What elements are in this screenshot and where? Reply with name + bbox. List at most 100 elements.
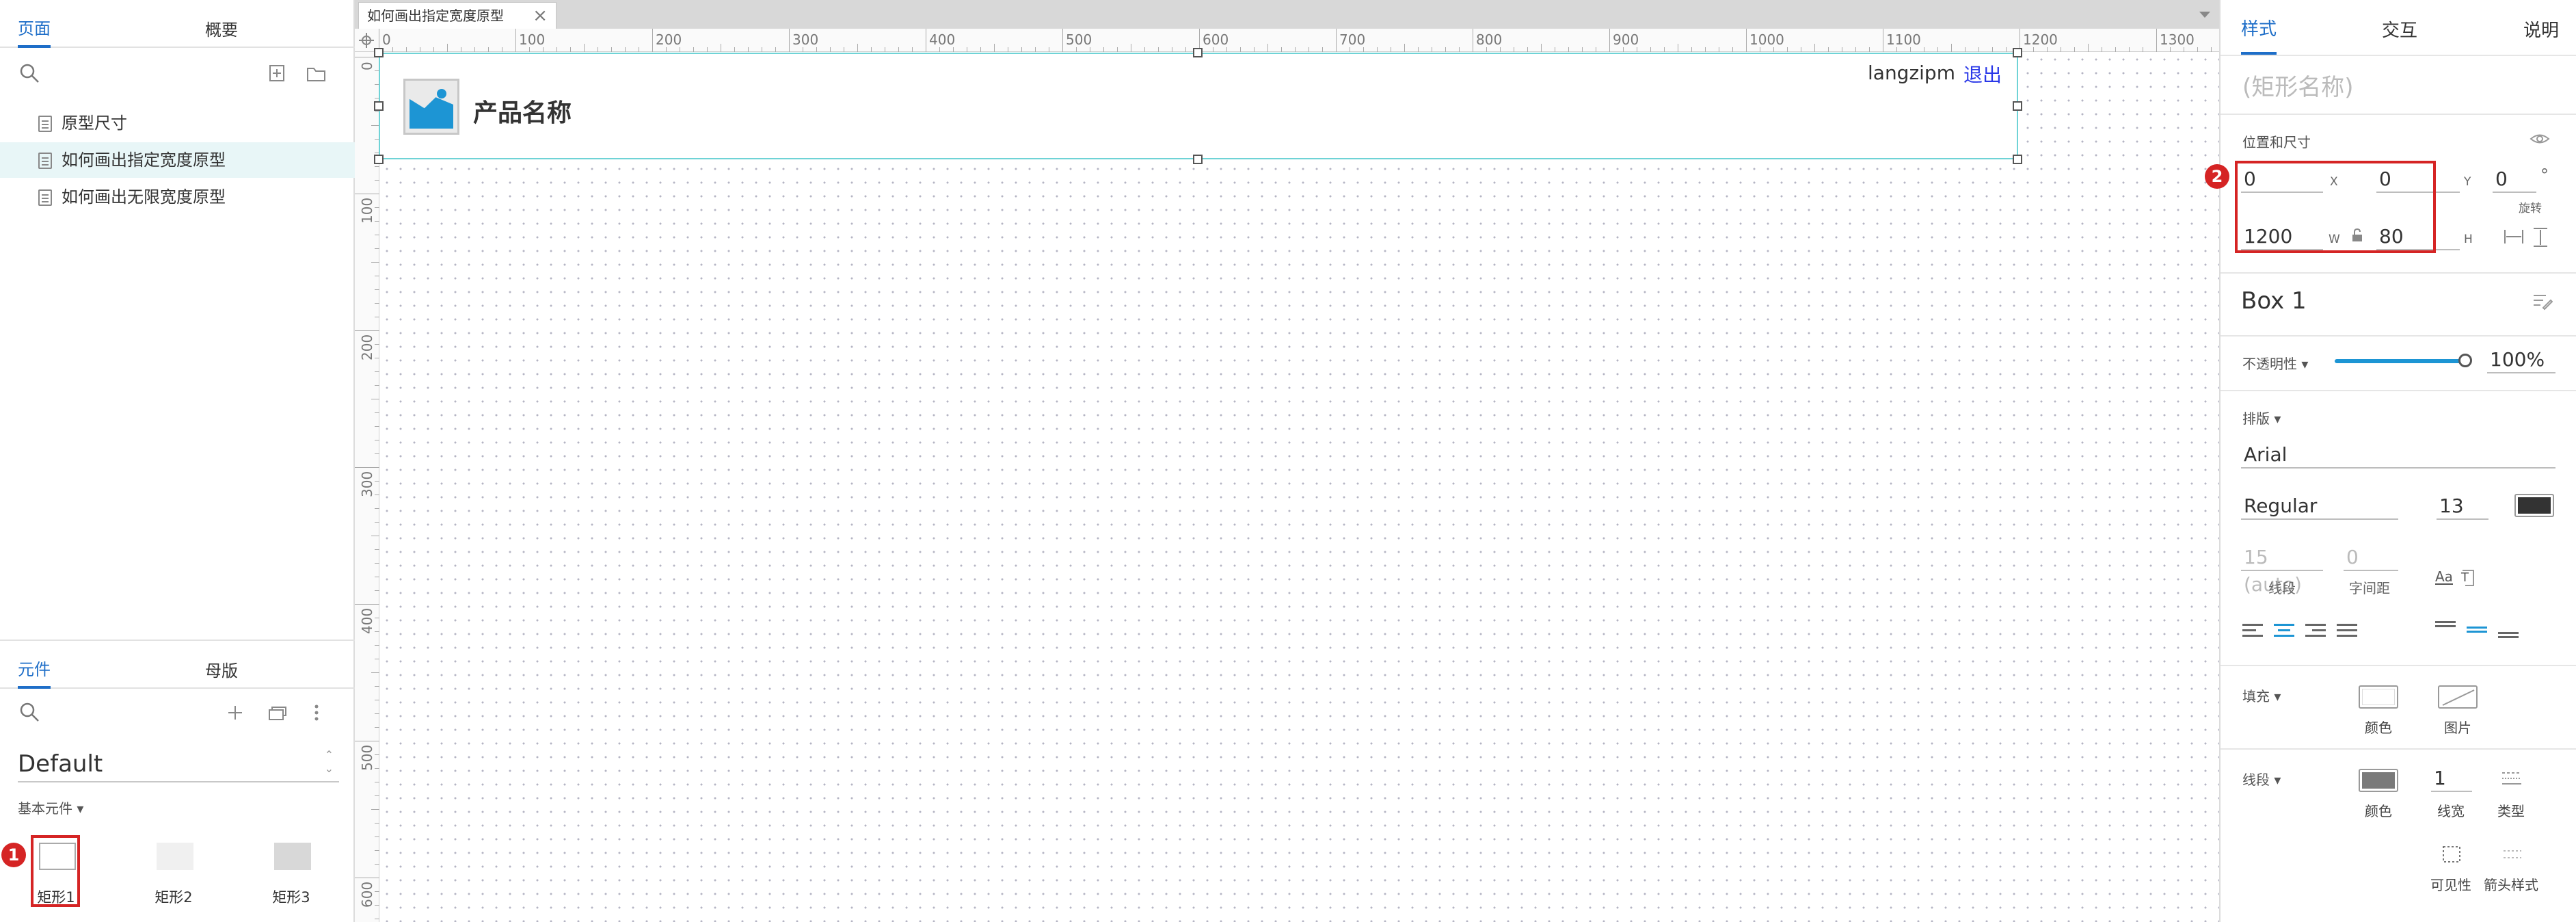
style-name[interactable]: Box 1 — [2241, 287, 2307, 315]
search-icon[interactable] — [19, 702, 41, 724]
widget-rectangle-3[interactable]: 矩形3 — [257, 836, 325, 906]
line-type-label: 类型 — [2497, 803, 2525, 819]
tab-interactions[interactable]: 交互 — [2382, 0, 2417, 55]
resize-handle[interactable] — [1193, 155, 1203, 164]
add-folder-icon[interactable] — [306, 66, 327, 82]
product-name[interactable]: 产品名称 — [473, 93, 572, 129]
ruler-tick — [1691, 47, 1692, 52]
plus-icon[interactable] — [227, 704, 243, 721]
ruler-tick — [1459, 47, 1460, 52]
line-type-icon[interactable] — [2501, 770, 2523, 787]
ruler-tick — [375, 385, 379, 386]
more-icon[interactable] — [313, 703, 320, 722]
library-select[interactable]: Default ⌃ ⌄ — [18, 746, 339, 782]
logo-placeholder-image[interactable] — [403, 79, 459, 135]
rotation-input[interactable]: 0 — [2493, 166, 2536, 193]
text-case-icon[interactable]: Aa T — [2435, 568, 2476, 588]
opacity-slider-handle[interactable] — [2458, 354, 2472, 367]
fit-width-icon[interactable] — [2504, 228, 2524, 245]
ruler-tick — [371, 672, 379, 673]
widget-rectangle-2[interactable]: 矩形2 — [139, 836, 208, 906]
ruler-tick — [1705, 47, 1706, 52]
ruler-tick — [666, 47, 667, 52]
ruler-tick — [375, 905, 379, 906]
canvas-grid[interactable] — [380, 53, 2219, 922]
arrow-style-icon[interactable] — [2502, 847, 2523, 862]
document-tab[interactable]: 如何画出指定宽度原型 × — [358, 2, 556, 29]
fill-color-swatch[interactable] — [2359, 685, 2398, 709]
tab-masters[interactable]: 母版 — [205, 641, 238, 689]
align-left-icon[interactable] — [2242, 624, 2263, 640]
page-item-selected[interactable]: 如何画出指定宽度原型 — [0, 142, 355, 178]
ruler-tick — [474, 47, 475, 52]
resize-handle[interactable] — [2013, 155, 2022, 164]
username-text[interactable]: langzipm — [1868, 62, 1955, 84]
ruler-tick — [1869, 47, 1870, 52]
align-justify-icon[interactable] — [2337, 624, 2357, 640]
font-size-input[interactable]: 13 — [2437, 492, 2488, 520]
fill-title[interactable]: 填充 ▾ — [2242, 685, 2281, 705]
ruler-tick — [1541, 44, 1542, 52]
opacity-label[interactable]: 不透明性 ▾ — [2242, 353, 2308, 373]
page-item[interactable]: 原型尺寸 — [0, 105, 355, 141]
tab-notes[interactable]: 说明 — [2523, 0, 2559, 55]
resize-handle[interactable] — [1193, 48, 1203, 57]
move-icon[interactable] — [359, 33, 374, 48]
page-item[interactable]: 如何画出无限宽度原型 — [0, 179, 355, 215]
opacity-slider[interactable] — [2335, 359, 2467, 363]
page-label: 如何画出指定宽度原型 — [62, 150, 226, 170]
ruler-tick — [1267, 44, 1268, 52]
align-center-icon[interactable] — [2274, 624, 2294, 640]
resize-handle[interactable] — [2013, 48, 2022, 57]
ruler-tick — [375, 412, 379, 413]
char-spacing-input[interactable]: 0 — [2344, 544, 2398, 571]
shape-name-input[interactable]: (矩形名称) — [2242, 68, 2557, 101]
header-rectangle[interactable] — [379, 53, 2018, 159]
align-right-icon[interactable] — [2305, 624, 2326, 640]
ruler-tick — [2047, 47, 2048, 52]
logout-link[interactable]: 退出 — [1963, 60, 2002, 88]
tab-style[interactable]: 样式 — [2241, 0, 2277, 55]
ruler-tick — [1910, 47, 1911, 52]
tab-pages[interactable]: 页面 — [18, 0, 51, 48]
ruler-tick — [355, 604, 379, 605]
close-icon[interactable]: × — [533, 3, 548, 29]
resize-handle[interactable] — [374, 48, 384, 57]
rectangle-preview — [274, 843, 311, 870]
ruler-tick — [375, 645, 379, 646]
typography-title[interactable]: 排版 ▾ — [2242, 408, 2281, 427]
border-title[interactable]: 线段 ▾ — [2242, 769, 2281, 789]
resize-handle[interactable] — [2013, 101, 2022, 111]
ruler-tick — [789, 29, 790, 52]
border-width-input[interactable]: 1 — [2431, 766, 2472, 792]
fill-image-swatch[interactable] — [2438, 685, 2478, 709]
ruler-label: 0 — [382, 31, 391, 48]
border-visibility-icon[interactable] — [2442, 845, 2461, 863]
font-family-select[interactable]: Arial — [2241, 441, 2555, 469]
library-icon[interactable] — [268, 704, 289, 721]
valign-bottom-icon[interactable] — [2498, 632, 2519, 648]
tab-widgets[interactable]: 元件 — [18, 641, 51, 689]
resize-handle[interactable] — [374, 101, 384, 111]
opacity-input[interactable]: 100% — [2487, 346, 2555, 373]
edit-style-icon[interactable] — [2532, 293, 2553, 311]
annotation-badge: 2 — [2205, 164, 2229, 189]
valign-middle-icon[interactable] — [2467, 627, 2487, 643]
font-weight-select[interactable]: Regular — [2241, 492, 2398, 520]
eye-icon[interactable] — [2530, 131, 2550, 146]
widget-group-label[interactable]: 基本元件 ▾ — [18, 798, 83, 817]
line-spacing-input[interactable]: 15 (auto) — [2241, 544, 2323, 596]
resize-handle[interactable] — [374, 155, 384, 164]
fit-height-icon[interactable] — [2532, 227, 2549, 248]
ruler-tick — [1185, 47, 1186, 52]
search-icon[interactable] — [19, 63, 41, 85]
annotation-highlight-box — [31, 835, 80, 907]
chevron-down-icon[interactable] — [2199, 11, 2211, 19]
font-color-swatch[interactable] — [2514, 494, 2554, 517]
ruler-tick — [433, 47, 434, 52]
valign-top-icon[interactable] — [2435, 621, 2456, 637]
border-color-swatch[interactable] — [2359, 769, 2398, 792]
tab-outline[interactable]: 概要 — [205, 0, 238, 48]
ruler-tick — [1377, 47, 1378, 52]
add-page-icon[interactable] — [269, 64, 286, 82]
